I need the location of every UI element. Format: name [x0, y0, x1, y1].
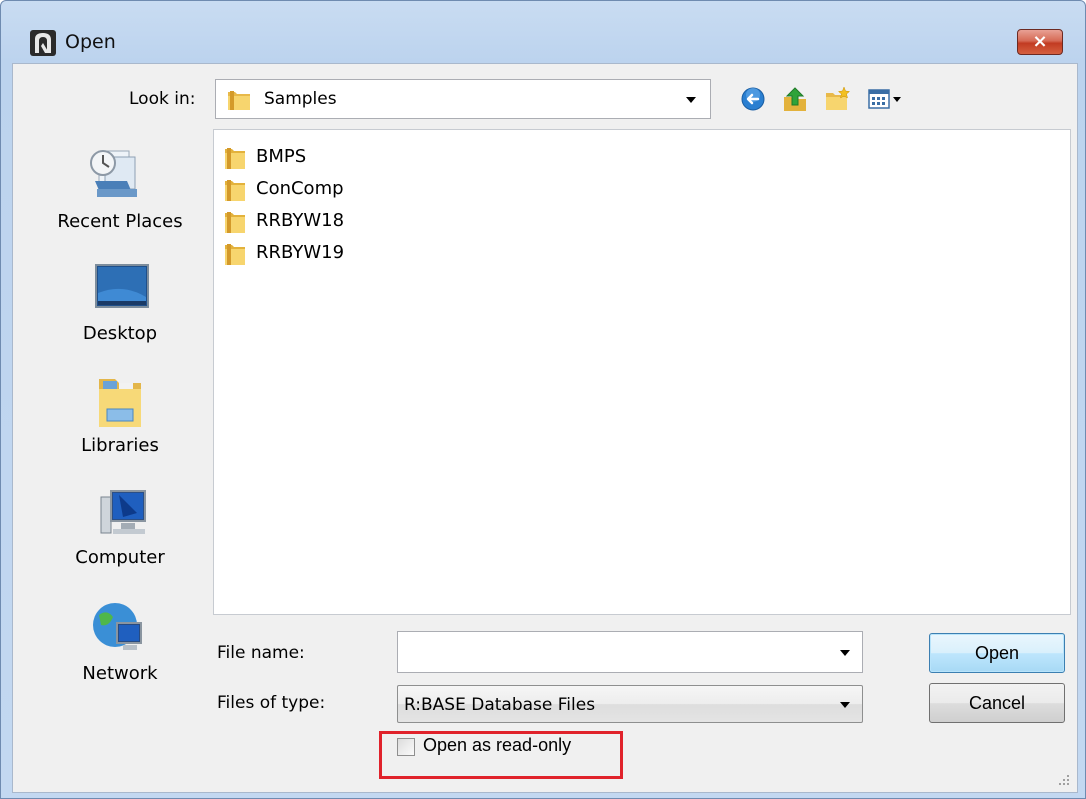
close-icon: × [1032, 31, 1048, 52]
look-in-label: Look in: [129, 89, 196, 109]
folder-icon [228, 91, 250, 110]
place-label: Computer [75, 547, 165, 568]
files-of-type-label: Files of type: [217, 693, 326, 713]
place-label: Libraries [81, 435, 159, 456]
files-of-type-dropdown[interactable]: R:BASE Database Files [397, 685, 863, 723]
cancel-button[interactable]: Cancel [929, 683, 1065, 723]
open-button[interactable]: Open [929, 633, 1065, 673]
place-recent-places[interactable]: Recent Places [35, 143, 205, 253]
read-only-label[interactable]: Open as read-only [423, 735, 571, 756]
file-name: RRBYW19 [256, 242, 345, 263]
new-folder-icon[interactable] [823, 85, 851, 113]
read-only-checkbox[interactable] [397, 738, 415, 756]
libraries-icon [99, 379, 141, 427]
rbase-app-icon [30, 30, 56, 56]
file-name: BMPS [256, 146, 307, 167]
up-one-level-icon[interactable] [781, 85, 809, 113]
file-name: ConComp [256, 178, 344, 199]
files-of-type-value: R:BASE Database Files [404, 695, 596, 715]
place-libraries[interactable]: Libraries [35, 375, 205, 475]
place-label: Desktop [82, 323, 158, 344]
folder-icon [225, 244, 245, 265]
look-in-value: Samples [264, 89, 337, 109]
file-name-input[interactable] [397, 631, 863, 673]
place-label: Recent Places [57, 211, 183, 232]
back-arrow-icon[interactable] [739, 85, 767, 113]
folder-icon [225, 212, 245, 233]
file-name: RRBYW18 [256, 210, 345, 231]
file-name-label: File name: [217, 643, 305, 663]
network-icon [93, 603, 142, 650]
folder-icon [225, 148, 245, 169]
computer-icon [100, 490, 146, 534]
window-title: Open [65, 31, 116, 53]
open-dialog-window: Open × Look in: Samples Recent Places De… [0, 0, 1086, 799]
place-computer[interactable]: Computer [35, 487, 205, 587]
desktop-icon [95, 264, 149, 308]
recent-places-icon [90, 150, 137, 197]
chevron-down-icon[interactable] [840, 702, 850, 708]
folder-icon [225, 180, 245, 201]
chevron-down-icon[interactable] [840, 650, 850, 656]
chevron-down-icon[interactable] [686, 97, 696, 103]
view-menu-icon[interactable] [867, 85, 905, 113]
place-desktop[interactable]: Desktop [35, 263, 205, 363]
file-list[interactable]: BMPS ConComp RRBYW18 RRBYW19 [213, 129, 1071, 615]
resize-grip-icon[interactable] [1055, 771, 1071, 787]
place-network[interactable]: Network [35, 599, 205, 699]
place-label: Network [82, 663, 158, 684]
places-bar: Recent Places Desktop Libraries Computer… [35, 129, 205, 792]
look-in-dropdown[interactable]: Samples [215, 79, 711, 119]
title-bar[interactable]: Open × [1, 1, 1085, 63]
close-button[interactable]: × [1017, 29, 1063, 55]
